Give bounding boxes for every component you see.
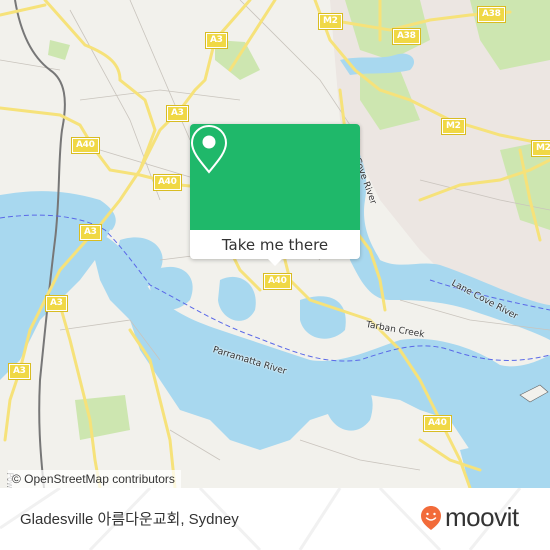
footer-bar: Gladesville 아름다운교회, Sydney moovit <box>0 488 550 550</box>
popup-pointer <box>268 259 282 266</box>
destination-popup[interactable]: Take me there <box>190 124 360 266</box>
road-shield-a3: A3 <box>79 224 102 241</box>
brand-name: moovit <box>445 502 519 532</box>
road-shield-a40: A40 <box>423 415 452 432</box>
road-shield-a3: A3 <box>166 105 189 122</box>
park-area <box>48 40 70 60</box>
map-view[interactable]: A3 A3 A40 A40 A3 A3 A3 M2 A38 A38 M2 M2 … <box>0 0 550 488</box>
road-shield-a38: A38 <box>392 28 421 45</box>
road-shield-a3: A3 <box>8 363 31 380</box>
road-shield-m2: M2 <box>441 118 466 135</box>
road-shield-m2: M2 <box>318 13 343 30</box>
road-shield-a40: A40 <box>263 273 292 290</box>
map-pin-icon <box>190 124 228 174</box>
take-me-there-button[interactable]: Take me there <box>190 230 360 259</box>
water-body <box>300 296 346 339</box>
popup-header <box>190 124 360 230</box>
moovit-pin-icon <box>421 505 441 530</box>
road-shield-a38: A38 <box>477 6 506 23</box>
water-body <box>218 276 256 321</box>
map-attribution[interactable]: © OpenStreetMap contributors <box>8 470 181 488</box>
road-shield-a3: A3 <box>205 32 228 49</box>
park-area <box>75 395 130 440</box>
road-shield-a40: A40 <box>71 137 100 154</box>
road-shield-a40: A40 <box>153 174 182 191</box>
moovit-logo[interactable]: moovit <box>420 502 519 533</box>
location-title: Gladesville 아름다운교회, Sydney <box>20 511 239 528</box>
road-shield-m2: M2 <box>531 140 550 157</box>
road-shield-a3: A3 <box>45 295 68 312</box>
